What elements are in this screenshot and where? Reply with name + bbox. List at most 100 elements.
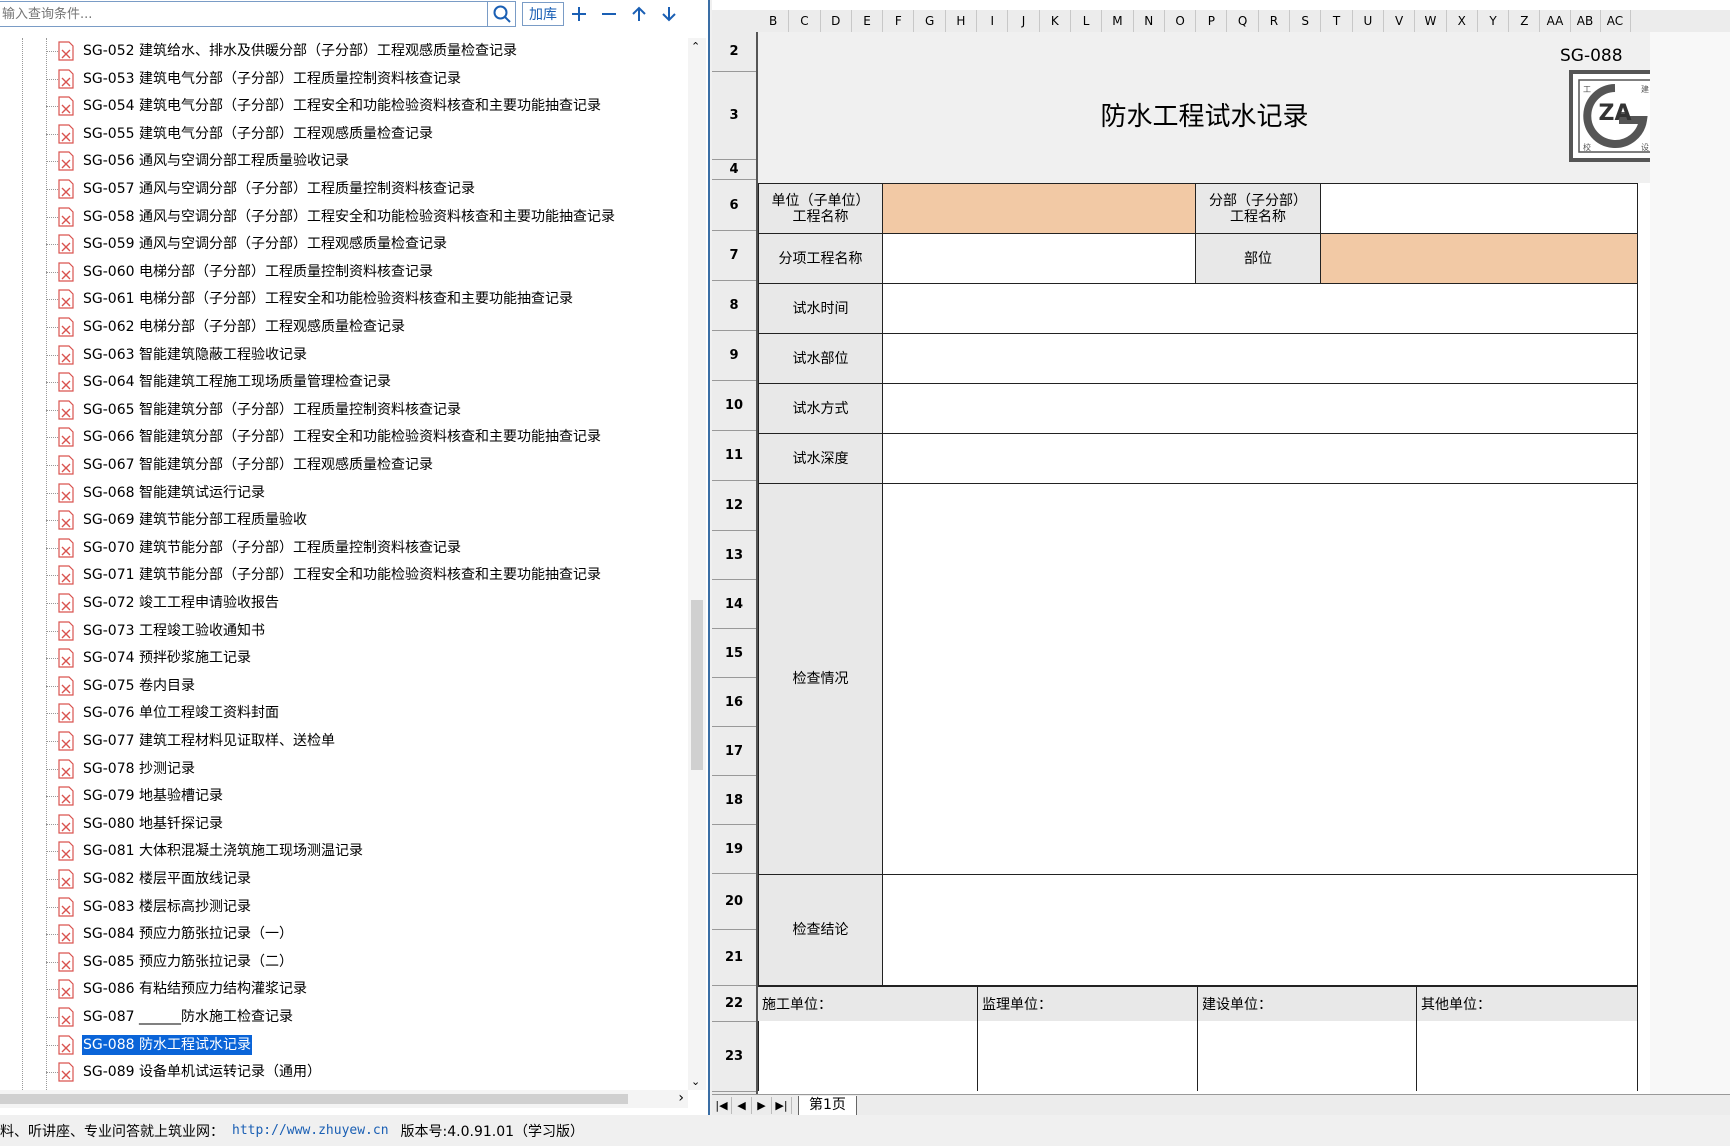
row-number[interactable]: 8 xyxy=(712,281,756,331)
add-to-library-button[interactable]: 加库 xyxy=(522,2,564,26)
tree-item[interactable]: SG-064 智能建筑工程施工现场质量管理检查记录 xyxy=(0,369,688,396)
column-letter[interactable]: Y xyxy=(1478,10,1510,32)
row-number[interactable]: 19 xyxy=(712,825,756,874)
tree-item[interactable]: SG-069 建筑节能分部工程质量验收 xyxy=(0,507,688,534)
tree-item[interactable]: SG-055 建筑电气分部（子分部）工程观感质量检查记录 xyxy=(0,121,688,148)
division-name-cell[interactable] xyxy=(1320,183,1638,234)
prev-sheet-icon[interactable]: ◀ xyxy=(732,1097,752,1114)
tree-item[interactable]: SG-081 大体积混凝土浇筑施工现场测温记录 xyxy=(0,838,688,865)
location-cell[interactable] xyxy=(1320,233,1638,284)
arrow-down-icon[interactable] xyxy=(654,1,684,27)
owner-unit-sign-cell[interactable] xyxy=(1197,1021,1416,1091)
test-method-cell[interactable] xyxy=(882,383,1638,434)
column-letter[interactable]: U xyxy=(1353,10,1384,32)
tree-item[interactable]: SG-076 单位工程竣工资料封面 xyxy=(0,700,688,727)
other-unit-sign-cell[interactable] xyxy=(1416,1021,1638,1091)
tree-item[interactable]: SG-054 建筑电气分部（子分部）工程安全和功能检验资料核查和主要功能抽查记录 xyxy=(0,93,688,120)
column-letter[interactable]: AC xyxy=(1601,10,1631,32)
next-sheet-icon[interactable]: ▶ xyxy=(752,1097,772,1114)
website-link[interactable]: http://www.zhuyew.cn xyxy=(232,1123,389,1138)
tree-item[interactable]: SG-053 建筑电气分部（子分部）工程质量控制资料核查记录 xyxy=(0,66,688,93)
tree-item[interactable]: SG-079 地基验槽记录 xyxy=(0,783,688,810)
tree-item[interactable]: SG-057 通风与空调分部（子分部）工程质量控制资料核查记录 xyxy=(0,176,688,203)
tree-item[interactable]: SG-085 预应力筋张拉记录（二） xyxy=(0,949,688,976)
column-letter[interactable]: S xyxy=(1290,10,1322,32)
horizontal-scroll-thumb[interactable] xyxy=(0,1094,628,1104)
column-letter[interactable]: D xyxy=(821,10,852,32)
tree-item[interactable]: SG-062 电梯分部（子分部）工程观感质量检查记录 xyxy=(0,314,688,341)
column-letter[interactable]: K xyxy=(1040,10,1071,32)
tree-item[interactable]: SG-065 智能建筑分部（子分部）工程质量控制资料核查记录 xyxy=(0,397,688,424)
tree-item[interactable]: SG-063 智能建筑隐蔽工程验收记录 xyxy=(0,342,688,369)
scroll-down-icon[interactable]: ⌄ xyxy=(691,1075,700,1088)
tree-item[interactable]: SG-087 ______防水施工检查记录 xyxy=(0,1004,688,1031)
tree-item[interactable]: SG-061 电梯分部（子分部）工程安全和功能检验资料核查和主要功能抽查记录 xyxy=(0,286,688,313)
row-number[interactable]: 16 xyxy=(712,678,756,727)
row-number[interactable]: 9 xyxy=(712,331,756,381)
scroll-right-icon[interactable]: › xyxy=(678,1090,684,1106)
tree-item[interactable]: SG-084 预应力筋张拉记录（一） xyxy=(0,921,688,948)
search-input[interactable] xyxy=(0,1,488,27)
column-letter[interactable]: V xyxy=(1384,10,1416,32)
tree-item[interactable]: SG-074 预拌砂浆施工记录 xyxy=(0,645,688,672)
row-number[interactable]: 4 xyxy=(712,160,756,180)
test-depth-cell[interactable] xyxy=(882,433,1638,484)
vertical-scroll-thumb[interactable] xyxy=(691,600,703,770)
tree-item[interactable]: SG-058 通风与空调分部（子分部）工程安全和功能检验资料核查和主要功能抽查记… xyxy=(0,204,688,231)
column-letter[interactable]: G xyxy=(915,10,946,32)
conclusion-cell[interactable] xyxy=(882,874,1638,986)
column-letter[interactable]: AB xyxy=(1571,10,1601,32)
tree-item[interactable]: SG-086 有粘结预应力结构灌浆记录 xyxy=(0,976,688,1003)
tree-item[interactable]: SG-073 工程竣工验收通知书 xyxy=(0,618,688,645)
row-number[interactable]: 3 xyxy=(712,72,756,160)
row-number[interactable]: 15 xyxy=(712,629,756,678)
row-number[interactable]: 18 xyxy=(712,776,756,825)
column-letter[interactable]: M xyxy=(1102,10,1134,32)
tree-item[interactable]: SG-089 设备单机试运转记录（通用） xyxy=(0,1059,688,1086)
column-letter[interactable]: I xyxy=(977,10,1009,32)
tree-item[interactable]: SG-083 楼层标高抄测记录 xyxy=(0,894,688,921)
last-sheet-icon[interactable]: ▶| xyxy=(772,1097,792,1114)
column-letter[interactable]: L xyxy=(1071,10,1103,32)
tree-item[interactable]: SG-068 智能建筑试运行记录 xyxy=(0,480,688,507)
column-letter[interactable]: T xyxy=(1321,10,1353,32)
unit-name-cell[interactable] xyxy=(882,183,1196,234)
row-number[interactable]: 6 xyxy=(712,180,756,231)
tree-item[interactable]: SG-066 智能建筑分部（子分部）工程安全和功能检验资料核查和主要功能抽查记录 xyxy=(0,424,688,451)
column-letter[interactable]: AA xyxy=(1541,10,1571,32)
vertical-scrollbar[interactable]: ⌃ ⌄ xyxy=(688,38,706,1090)
column-letter[interactable]: O xyxy=(1165,10,1197,32)
test-part-cell[interactable] xyxy=(882,333,1638,384)
column-letter[interactable]: N xyxy=(1134,10,1165,32)
row-number[interactable]: 20 xyxy=(712,874,756,930)
column-letter[interactable]: E xyxy=(852,10,884,32)
minus-icon[interactable] xyxy=(594,1,624,27)
search-icon[interactable] xyxy=(488,1,516,27)
row-number[interactable]: 17 xyxy=(712,727,756,776)
column-letter[interactable]: Q xyxy=(1228,10,1259,32)
row-number[interactable]: 13 xyxy=(712,531,756,580)
tree-item[interactable]: SG-078 抄测记录 xyxy=(0,756,688,783)
plus-icon[interactable] xyxy=(564,1,594,27)
row-number[interactable]: 2 xyxy=(712,32,756,72)
tree-item[interactable]: SG-070 建筑节能分部（子分部）工程质量控制资料核查记录 xyxy=(0,535,688,562)
tree-item[interactable]: SG-067 智能建筑分部（子分部）工程观感质量检查记录 xyxy=(0,452,688,479)
column-letter[interactable]: C xyxy=(789,10,821,32)
sheet-tab-page1[interactable]: 第1页 xyxy=(798,1095,857,1116)
item-name-cell[interactable] xyxy=(882,233,1196,284)
inspection-cell[interactable] xyxy=(882,483,1638,875)
tree-item[interactable]: SG-071 建筑节能分部（子分部）工程安全和功能检验资料核查和主要功能抽查记录 xyxy=(0,562,688,589)
tree-item[interactable]: SG-052 建筑给水、排水及供暖分部（子分部）工程观感质量检查记录 xyxy=(0,38,688,65)
tree-item[interactable]: SG-075 卷内目录 xyxy=(0,673,688,700)
column-letter[interactable]: J xyxy=(1008,10,1040,32)
row-number[interactable]: 23 xyxy=(712,1022,756,1092)
first-sheet-icon[interactable]: |◀ xyxy=(712,1097,732,1114)
column-letter[interactable]: B xyxy=(758,10,790,32)
row-number[interactable]: 11 xyxy=(712,431,756,481)
test-time-cell[interactable] xyxy=(882,283,1638,334)
tree-item[interactable]: SG-059 通风与空调分部（子分部）工程观感质量检查记录 xyxy=(0,231,688,258)
supervision-unit-sign-cell[interactable] xyxy=(977,1021,1197,1091)
scroll-up-icon[interactable]: ⌃ xyxy=(691,40,700,53)
column-letter[interactable]: Z xyxy=(1509,10,1541,32)
column-letter[interactable]: H xyxy=(946,10,978,32)
